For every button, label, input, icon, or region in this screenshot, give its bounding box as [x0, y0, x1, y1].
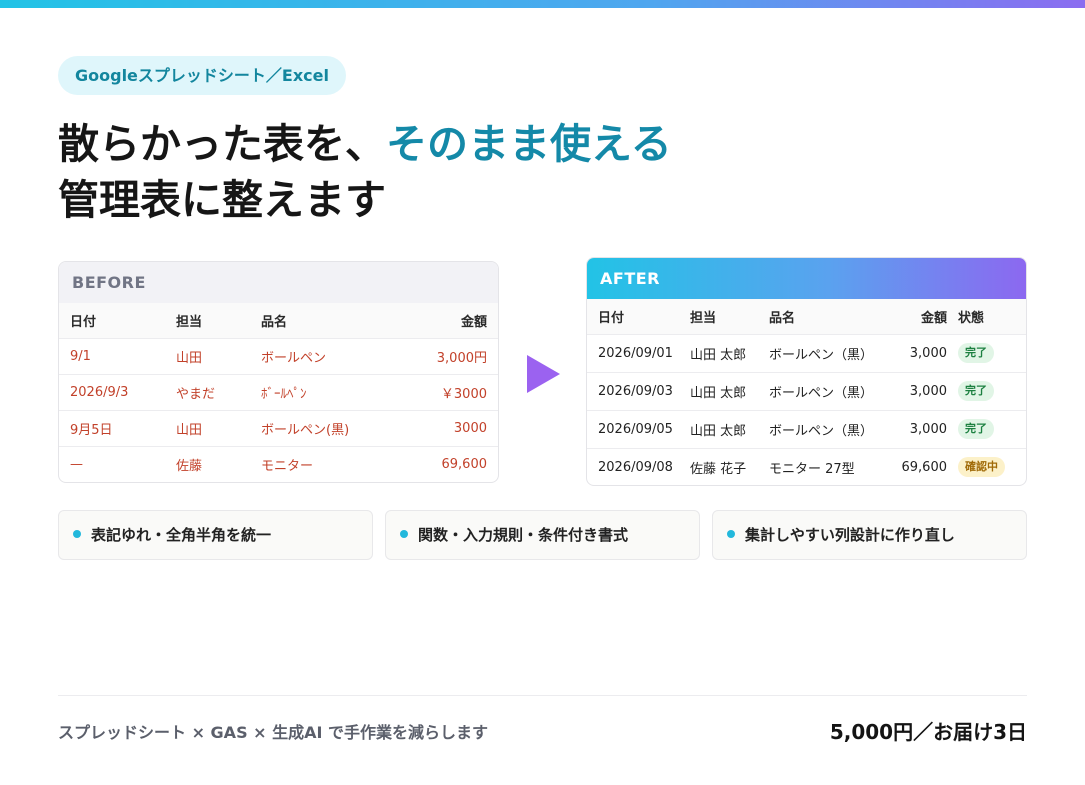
cell-amount: 69,600	[901, 459, 948, 475]
before-title: BEFORE	[59, 262, 498, 303]
table-row: 2026/09/03 山田 太郎 ボールペン（黒） 3,000 完了	[587, 372, 1026, 411]
table-row: 9月5日 山田 ボールペン(黒) 3000	[59, 410, 498, 447]
status-badge: 完了	[958, 381, 994, 401]
cell-amount: 3,000	[888, 372, 958, 411]
status-badge: 完了	[958, 343, 994, 363]
cell-amount: ￥3000	[393, 374, 498, 411]
cell-person: 佐藤 花子	[690, 461, 747, 477]
status-badge: 確認中	[958, 457, 1005, 478]
feature-label: 関数・入力規則・条件付き書式	[418, 526, 629, 544]
cell-person: 山田 太郎	[679, 410, 758, 449]
cell-date: 2026/09/08	[598, 459, 673, 475]
cell-person: 佐藤	[176, 458, 203, 474]
cell-date: 2026/09/01	[587, 334, 679, 373]
before-col-item: 品名	[250, 303, 394, 339]
footer-tagline: スプレッドシート × GAS × 生成AI で手作業を減らします	[58, 723, 489, 742]
after-table-card: AFTER 日付 担当 品名 金額 状態 2026/09/01 山田 太郎 ボー…	[586, 257, 1027, 486]
cell-amount: 3,000	[888, 334, 958, 373]
after-col-status: 状態	[958, 299, 1026, 335]
feature-normalize: 表記ゆれ・全角半角を統一	[58, 510, 373, 560]
feature-label: 集計しやすい列設計に作り直し	[745, 526, 955, 544]
bullet-dot-icon	[400, 529, 408, 538]
cell-date: 2026/09/05	[587, 410, 679, 449]
cell-person: 山田 太郎	[679, 334, 758, 373]
headline: 散らかった表を、そのまま使える 管理表に整えます	[58, 116, 672, 228]
cell-date: —	[70, 456, 83, 472]
cell-amount: 3,000円	[393, 338, 498, 375]
after-col-item: 品名	[758, 299, 888, 335]
cell-item: ボールペン（黒）	[758, 334, 888, 373]
cell-item: ボールペン（黒）	[758, 410, 888, 449]
after-col-date: 日付	[587, 299, 679, 335]
feature-column-design: 集計しやすい列設計に作り直し	[712, 510, 1027, 560]
after-table: 日付 担当 品名 金額 状態 2026/09/01 山田 太郎 ボールペン（黒）…	[587, 299, 1026, 485]
table-row: 2026/09/01 山田 太郎 ボールペン（黒） 3,000 完了	[587, 334, 1026, 373]
after-col-person: 担当	[679, 299, 758, 335]
before-header-row: 日付 担当 品名 金額	[59, 303, 498, 339]
cell-item: ボールペン(黒)	[250, 410, 394, 447]
before-table-card: BEFORE 日付 担当 品名 金額 9/1 山田 ボールペン 3,000円 2…	[58, 261, 499, 483]
cell-amount: 3000	[393, 410, 498, 447]
cell-item: ボールペン	[250, 338, 394, 375]
after-col-amount: 金額	[888, 299, 958, 335]
headline-accent: そのまま使える	[386, 120, 672, 168]
headline-line-2: 管理表に整えます	[58, 176, 386, 224]
after-title: AFTER	[587, 258, 1026, 299]
cell-amount: 69,600	[441, 456, 488, 472]
table-row: — 佐藤 モニター 69,600	[59, 446, 498, 482]
cell-date: 2026/9/3	[59, 374, 165, 411]
headline-line-1: 散らかった表を、そのまま使える	[58, 116, 672, 172]
cell-date: 9月5日	[59, 410, 165, 447]
before-col-amount: 金額	[393, 303, 498, 339]
cell-date: 9/1	[59, 338, 165, 375]
feature-label: 表記ゆれ・全角半角を統一	[91, 526, 272, 544]
table-row: 2026/9/3 やまだ ﾎﾞｰﾙﾍﾟﾝ ￥3000	[59, 374, 498, 411]
before-table: 日付 担当 品名 金額 9/1 山田 ボールペン 3,000円 2026/9/3…	[59, 303, 498, 482]
after-header-row: 日付 担当 品名 金額 状態	[587, 299, 1026, 335]
cell-date: 2026/09/03	[587, 372, 679, 411]
cell-item: ボールペン（黒）	[758, 372, 888, 411]
price-delivery: 5,000円／お届け3日	[829, 720, 1027, 744]
status-badge: 完了	[958, 419, 994, 439]
transform-arrow-icon	[527, 355, 560, 393]
footer-divider	[58, 695, 1027, 696]
table-row: 2026/09/08 佐藤 花子 モニター 27型 69,600 確認中	[587, 448, 1026, 485]
table-row: 2026/09/05 山田 太郎 ボールペン（黒） 3,000 完了	[587, 410, 1026, 449]
cell-person: 山田	[165, 410, 250, 447]
cell-item: モニター 27型	[769, 461, 855, 477]
cell-person: 山田	[165, 338, 250, 375]
top-gradient-bar	[0, 0, 1085, 8]
bullet-dot-icon	[73, 529, 81, 538]
table-row: 9/1 山田 ボールペン 3,000円	[59, 338, 498, 375]
cell-item: モニター	[261, 458, 314, 474]
cell-person: やまだ	[165, 374, 250, 411]
bullet-dot-icon	[727, 529, 735, 538]
before-col-person: 担当	[165, 303, 250, 339]
cell-amount: 3,000	[888, 410, 958, 449]
headline-plain: 散らかった表を、	[58, 120, 386, 168]
before-col-date: 日付	[59, 303, 165, 339]
cell-item: ﾎﾞｰﾙﾍﾟﾝ	[250, 374, 394, 411]
cell-person: 山田 太郎	[679, 372, 758, 411]
category-tag: Googleスプレッドシート／Excel	[58, 56, 346, 95]
feature-formulas: 関数・入力規則・条件付き書式	[385, 510, 700, 560]
